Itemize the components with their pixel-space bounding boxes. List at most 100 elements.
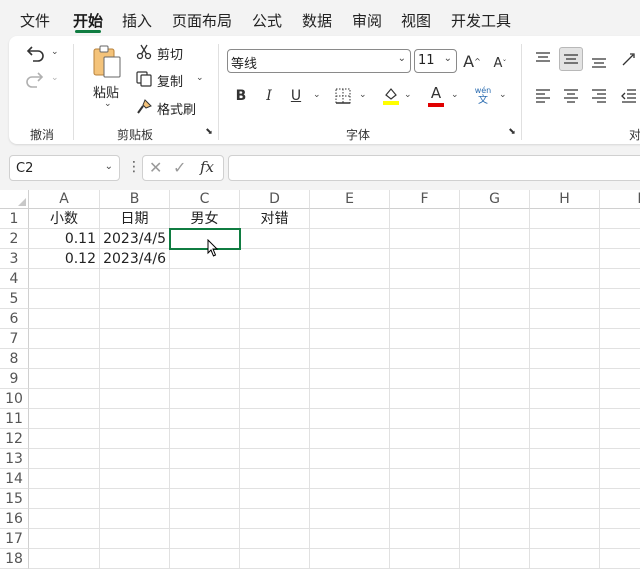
cell-f12[interactable] — [390, 429, 460, 449]
column-header-h[interactable]: H — [530, 190, 600, 209]
align-bottom-icon[interactable] — [589, 50, 609, 72]
row-header-5[interactable]: 5 — [0, 289, 29, 309]
align-top-icon[interactable] — [533, 48, 553, 70]
cancel-icon[interactable]: ✕ — [149, 158, 162, 177]
cell-a16[interactable] — [29, 509, 100, 529]
cell-d7[interactable] — [240, 329, 310, 349]
cell-b14[interactable] — [100, 469, 170, 489]
cell-g18[interactable] — [460, 549, 530, 569]
decrease-font-size-icon[interactable]: Aˇ — [489, 52, 511, 74]
cell-g14[interactable] — [460, 469, 530, 489]
cell-g8[interactable] — [460, 349, 530, 369]
cell-c8[interactable] — [170, 349, 240, 369]
tab-review[interactable]: 审阅 — [352, 10, 382, 31]
cell-g15[interactable] — [460, 489, 530, 509]
cell-i1[interactable] — [600, 209, 640, 229]
cell-b6[interactable] — [100, 309, 170, 329]
cell-c14[interactable] — [170, 469, 240, 489]
cell-b1[interactable]: 日期 — [100, 209, 170, 229]
cell-e4[interactable] — [310, 269, 390, 289]
format-painter-icon[interactable] — [135, 98, 153, 116]
cell-d16[interactable] — [240, 509, 310, 529]
font-color-dropdown-icon[interactable]: ⌄ — [451, 90, 459, 100]
cell-h1[interactable] — [530, 209, 600, 229]
cell-i12[interactable] — [600, 429, 640, 449]
cell-d18[interactable] — [240, 549, 310, 569]
cell-e5[interactable] — [310, 289, 390, 309]
cell-i9[interactable] — [600, 369, 640, 389]
column-header-a[interactable]: A — [29, 190, 100, 209]
cell-e17[interactable] — [310, 529, 390, 549]
tab-home[interactable]: 开始 — [73, 10, 103, 31]
row-header-11[interactable]: 11 — [0, 409, 29, 429]
tab-developer[interactable]: 开发工具 — [451, 10, 511, 31]
cell-e15[interactable] — [310, 489, 390, 509]
cell-h12[interactable] — [530, 429, 600, 449]
cell-b10[interactable] — [100, 389, 170, 409]
cell-d6[interactable] — [240, 309, 310, 329]
italic-button[interactable]: I — [260, 86, 278, 106]
cell-g11[interactable] — [460, 409, 530, 429]
cell-h5[interactable] — [530, 289, 600, 309]
cell-c1[interactable]: 男女 — [170, 209, 240, 229]
cell-c10[interactable] — [170, 389, 240, 409]
cell-b18[interactable] — [100, 549, 170, 569]
underline-dropdown-icon[interactable]: ⌄ — [313, 90, 321, 100]
cell-h4[interactable] — [530, 269, 600, 289]
cut-icon[interactable] — [135, 43, 153, 61]
tab-formulas[interactable]: 公式 — [252, 10, 282, 31]
cell-f13[interactable] — [390, 449, 460, 469]
cell-c6[interactable] — [170, 309, 240, 329]
more-options-icon[interactable]: ⋮ — [127, 159, 141, 175]
paste-dropdown-icon[interactable]: ⌄ — [104, 99, 112, 109]
tab-view[interactable]: 视图 — [401, 10, 431, 31]
row-header-13[interactable]: 13 — [0, 449, 29, 469]
cell-d13[interactable] — [240, 449, 310, 469]
cell-f18[interactable] — [390, 549, 460, 569]
cell-i13[interactable] — [600, 449, 640, 469]
name-box[interactable]: C2 ⌄ — [9, 155, 120, 181]
borders-dropdown-icon[interactable]: ⌄ — [359, 90, 367, 100]
cell-a10[interactable] — [29, 389, 100, 409]
cell-d15[interactable] — [240, 489, 310, 509]
cell-e18[interactable] — [310, 549, 390, 569]
cell-b16[interactable] — [100, 509, 170, 529]
tab-insert[interactable]: 插入 — [122, 10, 152, 31]
cell-d17[interactable] — [240, 529, 310, 549]
cell-a3[interactable]: 0.12 — [29, 249, 100, 269]
cell-d3[interactable] — [240, 249, 310, 269]
cell-e2[interactable] — [310, 229, 390, 249]
fill-color-icon[interactable] — [381, 85, 401, 107]
row-header-9[interactable]: 9 — [0, 369, 29, 389]
cell-h2[interactable] — [530, 229, 600, 249]
cell-g4[interactable] — [460, 269, 530, 289]
enter-icon[interactable]: ✓ — [173, 158, 186, 177]
cell-a6[interactable] — [29, 309, 100, 329]
cell-h18[interactable] — [530, 549, 600, 569]
cell-f8[interactable] — [390, 349, 460, 369]
copy-icon[interactable] — [135, 70, 153, 88]
cell-g7[interactable] — [460, 329, 530, 349]
cell-e3[interactable] — [310, 249, 390, 269]
row-header-10[interactable]: 10 — [0, 389, 29, 409]
cell-a17[interactable] — [29, 529, 100, 549]
increase-font-size-icon[interactable]: A ^ — [461, 50, 483, 72]
cell-h13[interactable] — [530, 449, 600, 469]
cell-e14[interactable] — [310, 469, 390, 489]
cell-h11[interactable] — [530, 409, 600, 429]
cell-b7[interactable] — [100, 329, 170, 349]
font-size-select[interactable]: 11 ⌄ — [414, 49, 457, 73]
cell-d5[interactable] — [240, 289, 310, 309]
cell-g3[interactable] — [460, 249, 530, 269]
cell-e6[interactable] — [310, 309, 390, 329]
cell-g2[interactable] — [460, 229, 530, 249]
cell-c15[interactable] — [170, 489, 240, 509]
cell-a12[interactable] — [29, 429, 100, 449]
column-header-c[interactable]: C — [170, 190, 240, 209]
cell-f16[interactable] — [390, 509, 460, 529]
cell-f17[interactable] — [390, 529, 460, 549]
row-header-2[interactable]: 2 — [0, 229, 29, 249]
cell-b12[interactable] — [100, 429, 170, 449]
column-header-f[interactable]: F — [390, 190, 460, 209]
cell-f6[interactable] — [390, 309, 460, 329]
